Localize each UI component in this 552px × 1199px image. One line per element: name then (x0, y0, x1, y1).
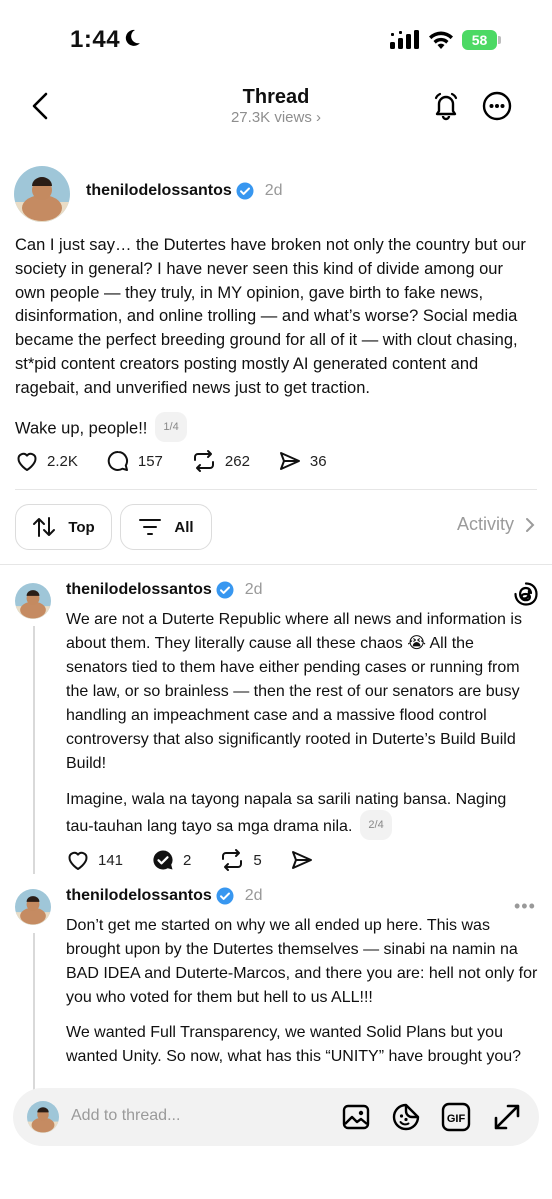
threads-logo-icon[interactable] (513, 581, 539, 607)
filter-label: All (174, 518, 194, 536)
reply-body-2: Imagine, wala na tayong napala sa sarili… (66, 788, 538, 842)
share-icon (279, 452, 300, 470)
share-count: 36 (309, 452, 327, 470)
heart-icon (68, 851, 88, 870)
thread-connector (33, 933, 35, 1093)
avatar (27, 1101, 59, 1133)
filter-lines-icon (139, 519, 162, 535)
reply-time: 2d (244, 887, 263, 905)
like-count: 141 (98, 851, 124, 869)
comment-count: 2 (183, 851, 192, 869)
reply-composer[interactable]: Add to thread... GIF (13, 1088, 539, 1146)
more-options-icon[interactable] (481, 90, 513, 122)
activity-label: Activity (456, 514, 514, 534)
page-indicator: 2/4 (360, 810, 392, 840)
expand-icon[interactable] (491, 1101, 523, 1133)
battery-indicator: 58 (462, 30, 502, 50)
thread-connector (33, 626, 35, 874)
repost-button[interactable]: 5 (219, 848, 262, 872)
like-button[interactable]: 2.2K (15, 449, 78, 473)
avatar[interactable] (15, 889, 51, 925)
post-body: Can I just say… the Dutertes have broken… (15, 236, 526, 397)
signal-icon (390, 30, 419, 49)
comment-icon (107, 450, 128, 471)
comment-button[interactable]: 2 (151, 848, 191, 872)
bell-icon[interactable] (430, 90, 462, 122)
reply-body-2: We wanted Full Transparency, we wanted S… (66, 1024, 522, 1065)
reply-author[interactable]: thenilodelossantos 2d (66, 581, 263, 599)
repost-count: 262 (224, 452, 250, 470)
heart-icon (17, 452, 37, 471)
reply-author[interactable]: thenilodelossantos 2d (66, 887, 263, 905)
repost-icon (222, 849, 243, 871)
avatar[interactable] (15, 583, 51, 619)
reply-actions: 141 2 5 (66, 847, 350, 873)
repost-count: 5 (253, 851, 262, 869)
reply-body: We are not a Duterte Republic where all … (66, 611, 522, 772)
post-actions: 2.2K 157 262 36 (15, 448, 355, 474)
sort-button[interactable]: Top (15, 504, 112, 550)
comment-count: 157 (137, 452, 163, 470)
views-count[interactable]: 27.3K views › (0, 109, 552, 126)
views-label: 27.3K views (230, 109, 312, 126)
comment-button[interactable]: 157 (106, 449, 163, 473)
share-button[interactable] (290, 848, 322, 872)
chevron-right-icon: › (316, 109, 322, 126)
status-bar: 1:44 58 (0, 0, 552, 80)
author-name: thenilodelossantos (66, 581, 212, 599)
share-icon (291, 851, 312, 869)
thread-header: Thread 27.3K views › (0, 80, 552, 140)
post-body-2-text: Wake up, people!! (15, 419, 148, 438)
repost-button[interactable]: 262 (191, 449, 250, 473)
sticker-icon[interactable] (390, 1101, 422, 1133)
comment-checked-icon (153, 850, 173, 870)
author-name: thenilodelossantos (66, 887, 212, 905)
reply-body: Don’t get me started on why we all ended… (66, 917, 538, 1006)
svg-text:GIF: GIF (447, 1113, 466, 1125)
post-body-2: Wake up, people!! 1/4 (15, 412, 187, 444)
reply-time: 2d (244, 581, 263, 599)
sort-label: Top (68, 518, 95, 536)
verified-badge-icon (216, 581, 234, 599)
wifi-icon (429, 31, 453, 49)
activity-link[interactable]: Activity (457, 514, 538, 535)
divider (15, 489, 537, 490)
verified-badge-icon (236, 182, 254, 200)
post-author[interactable]: thenilodelossantos 2d (86, 182, 283, 200)
repost-icon (193, 450, 214, 472)
like-count: 2.2K (47, 452, 78, 470)
sort-arrows-icon (33, 517, 56, 537)
verified-badge-icon (216, 887, 234, 905)
page-title: Thread (242, 86, 310, 108)
share-button[interactable]: 36 (278, 449, 327, 473)
thread-input[interactable]: Add to thread... (71, 1107, 180, 1125)
battery-level: 58 (471, 32, 488, 48)
reply-body-2-text: Imagine, wala na tayong napala sa sarili… (66, 791, 507, 836)
like-button[interactable]: 141 (66, 848, 123, 872)
filter-button[interactable]: All (120, 504, 212, 550)
moon-icon (125, 29, 140, 46)
status-time: 1:44 (70, 26, 121, 53)
page-indicator: 1/4 (155, 412, 187, 442)
gif-icon[interactable]: GIF (440, 1101, 472, 1133)
author-name: thenilodelossantos (86, 182, 232, 200)
post-time: 2d (264, 182, 283, 200)
avatar[interactable] (14, 166, 70, 222)
divider (0, 564, 552, 565)
image-icon[interactable] (340, 1101, 372, 1133)
chevron-right-icon (526, 517, 535, 532)
